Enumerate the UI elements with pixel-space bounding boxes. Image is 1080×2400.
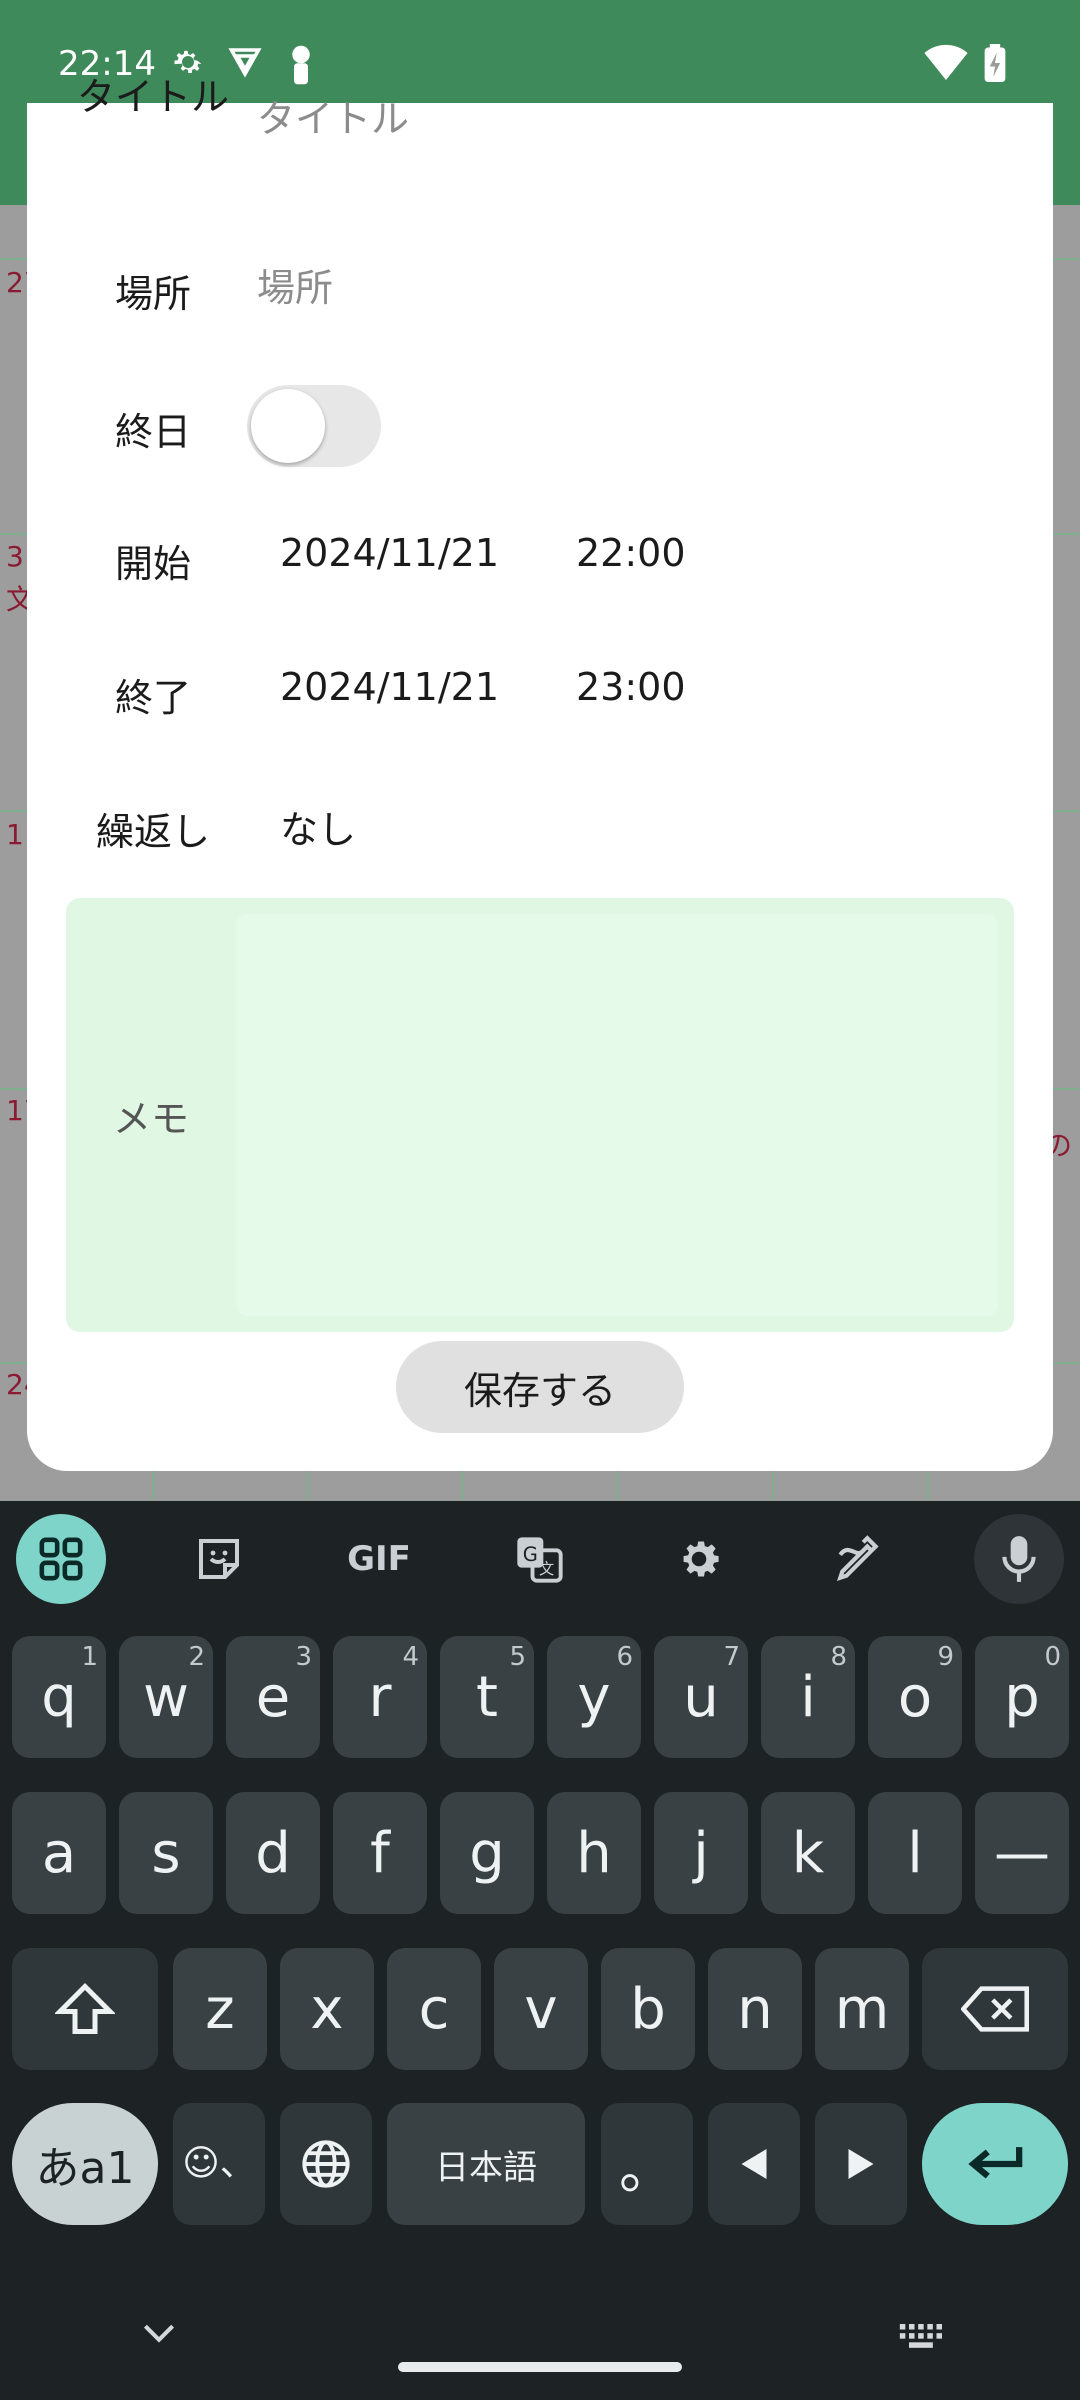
- key-p[interactable]: p0: [975, 1636, 1069, 1758]
- key-hint: 9: [937, 1642, 954, 1672]
- key-f[interactable]: f: [333, 1792, 427, 1914]
- key-e[interactable]: e3: [226, 1636, 320, 1758]
- battery-icon: [984, 44, 1006, 82]
- allday-label: 終日: [114, 410, 191, 454]
- key-label: i: [800, 1664, 816, 1730]
- repeat-value[interactable]: なし: [280, 799, 356, 854]
- key-c[interactable]: c: [387, 1948, 481, 2070]
- backspace-icon: [961, 1986, 1029, 2032]
- cursor-left-key[interactable]: [708, 2103, 800, 2225]
- switch-knob: [251, 389, 325, 463]
- key-hint: 2: [188, 1642, 205, 1672]
- memo-label: メモ: [112, 1096, 189, 1141]
- start-date[interactable]: 2024/11/21: [280, 531, 499, 575]
- key-s[interactable]: s: [119, 1792, 213, 1914]
- language-key[interactable]: あa1: [12, 2103, 158, 2225]
- key-label: p: [1004, 1664, 1040, 1730]
- right-arrow-icon: [848, 2149, 874, 2179]
- calendar-day-number: 1: [6, 818, 24, 851]
- key-label: o: [897, 1664, 933, 1730]
- key-hint: 7: [723, 1642, 740, 1672]
- key-label: e: [255, 1664, 291, 1730]
- key-label: y: [577, 1664, 611, 1730]
- apps-icon[interactable]: [16, 1514, 106, 1604]
- key-a[interactable]: a: [12, 1792, 106, 1914]
- key-w[interactable]: w2: [119, 1636, 213, 1758]
- key-label: r: [368, 1664, 392, 1730]
- key-dash[interactable]: —: [975, 1792, 1069, 1914]
- left-arrow-icon: [741, 2149, 767, 2179]
- memo-input[interactable]: [237, 914, 997, 1316]
- globe-key[interactable]: [280, 2103, 372, 2225]
- key-label: u: [683, 1664, 719, 1730]
- enter-icon: [968, 2147, 1023, 2179]
- start-time[interactable]: 22:00: [576, 531, 686, 575]
- allday-switch[interactable]: [247, 385, 381, 467]
- backspace-key[interactable]: [922, 1948, 1068, 2070]
- key-o[interactable]: o9: [868, 1636, 962, 1758]
- key-v[interactable]: v: [494, 1948, 588, 2070]
- key-k[interactable]: k: [761, 1792, 855, 1914]
- key-j[interactable]: j: [654, 1792, 748, 1914]
- key-n[interactable]: n: [708, 1948, 802, 2070]
- key-z[interactable]: z: [173, 1948, 267, 2070]
- period-key[interactable]: 。: [601, 2103, 693, 2225]
- key-hint: 4: [402, 1642, 419, 1672]
- key-t[interactable]: t5: [440, 1636, 534, 1758]
- enter-key[interactable]: [922, 2103, 1068, 2225]
- key-hint: 0: [1044, 1642, 1061, 1672]
- svg-text:文: 文: [539, 1560, 554, 1578]
- shift-icon: [55, 1982, 115, 2034]
- memo-section: メモ: [66, 898, 1014, 1332]
- keyboard-switch-icon[interactable]: [898, 2322, 942, 2348]
- end-date[interactable]: 2024/11/21: [280, 665, 499, 709]
- location-input[interactable]: [257, 243, 957, 333]
- emoji-key[interactable]: ☺、: [173, 2103, 265, 2225]
- key-x[interactable]: x: [280, 1948, 374, 2070]
- key-b[interactable]: b: [601, 1948, 695, 2070]
- calendar-day-number: 3: [6, 540, 24, 573]
- key-hint: 6: [616, 1642, 633, 1672]
- title-label: タイトル: [76, 75, 229, 119]
- end-label: 終了: [114, 676, 191, 720]
- svg-text:G: G: [523, 1543, 538, 1566]
- start-label: 開始: [114, 542, 191, 586]
- gear-icon[interactable]: [654, 1514, 744, 1604]
- location-label: 場所: [114, 272, 191, 316]
- title-input[interactable]: [257, 69, 957, 169]
- key-label: t: [476, 1664, 498, 1730]
- end-time[interactable]: 23:00: [576, 665, 686, 709]
- shift-key[interactable]: [12, 1948, 158, 2070]
- cursor-right-key[interactable]: [815, 2103, 907, 2225]
- key-h[interactable]: h: [547, 1792, 641, 1914]
- key-hint: 8: [830, 1642, 847, 1672]
- key-hint: 5: [509, 1642, 526, 1672]
- space-key[interactable]: 日本語: [387, 2103, 585, 2225]
- hide-keyboard-icon[interactable]: [142, 2322, 176, 2344]
- key-hint: 3: [295, 1642, 312, 1672]
- sticker-icon[interactable]: [174, 1514, 264, 1604]
- repeat-label: 繰返し: [95, 810, 210, 854]
- key-label: w: [143, 1664, 189, 1730]
- key-hint: 1: [81, 1642, 98, 1672]
- key-u[interactable]: u7: [654, 1636, 748, 1758]
- globe-icon: [302, 2140, 350, 2188]
- key-i[interactable]: i8: [761, 1636, 855, 1758]
- mic-icon[interactable]: [974, 1514, 1064, 1604]
- key-d[interactable]: d: [226, 1792, 320, 1914]
- handwriting-icon[interactable]: [814, 1514, 904, 1604]
- key-label: q: [41, 1664, 77, 1730]
- key-q[interactable]: q1: [12, 1636, 106, 1758]
- key-r[interactable]: r4: [333, 1636, 427, 1758]
- key-l[interactable]: l: [868, 1792, 962, 1914]
- key-g[interactable]: g: [440, 1792, 534, 1914]
- save-button[interactable]: 保存する: [396, 1341, 684, 1433]
- translate-icon[interactable]: G文: [494, 1514, 584, 1604]
- key-y[interactable]: y6: [547, 1636, 641, 1758]
- gesture-handle[interactable]: [398, 2362, 682, 2372]
- gif-button[interactable]: GIF: [334, 1514, 424, 1604]
- key-m[interactable]: m: [815, 1948, 909, 2070]
